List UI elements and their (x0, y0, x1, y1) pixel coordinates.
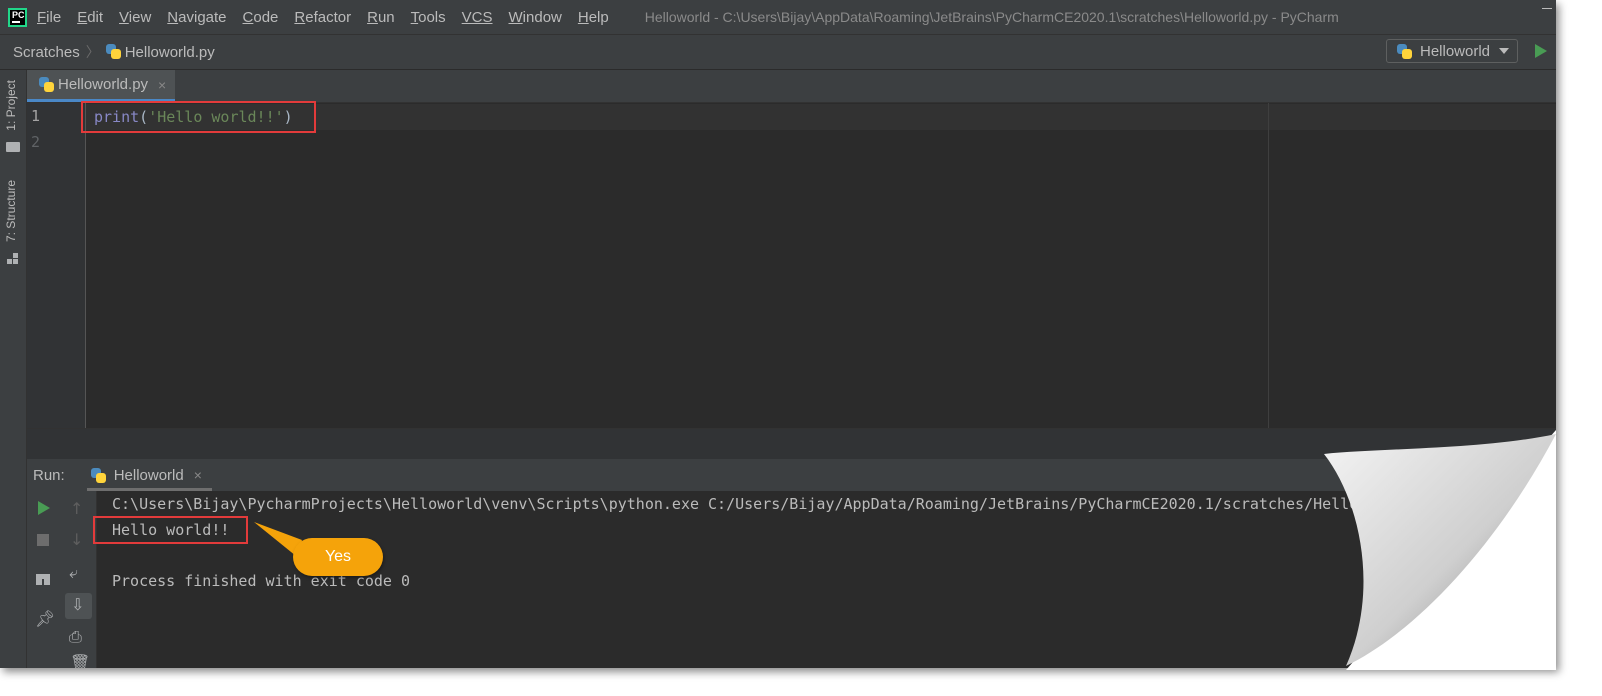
python-file-icon (39, 77, 54, 92)
code-highlight-box (81, 101, 316, 133)
chevron-down-icon (1499, 48, 1509, 54)
scroll-to-end-icon: ⇩ (71, 595, 85, 614)
menu-edit[interactable]: Edit (77, 9, 103, 26)
menu-run[interactable]: Run (367, 9, 395, 26)
menu-window[interactable]: Window (509, 9, 562, 26)
soft-wrap-icon[interactable]: ⤶ (69, 563, 78, 583)
menu-vcs[interactable]: VCS (462, 9, 493, 26)
structure-tool-button[interactable]: 7: Structure (4, 180, 18, 242)
close-icon[interactable]: × (194, 467, 202, 483)
minimize-icon[interactable] (1542, 8, 1552, 9)
python-icon (90, 467, 106, 483)
menu-bar: PC File Edit View Navigate Code Refactor… (0, 0, 1556, 35)
code-editor[interactable]: 1 2 print('Hello world!!') (27, 103, 1556, 428)
run-secondary-toolbar: ↑ ↓ ⤶ ⎙ 🗑︎ (61, 491, 97, 668)
tab-helloworld-py[interactable]: Helloworld.py × (27, 70, 175, 102)
menu-tools[interactable]: Tools (411, 9, 446, 26)
python-icon (1397, 43, 1412, 59)
output-highlight-box (93, 516, 248, 544)
menu-view[interactable]: View (119, 9, 151, 26)
menu-navigate[interactable]: Navigate (167, 9, 226, 26)
menu-code[interactable]: Code (243, 9, 279, 26)
trash-icon[interactable]: 🗑︎ (70, 653, 90, 668)
line-number: 1 (31, 107, 41, 125)
breadcrumb-separator-icon: 〉 (85, 44, 100, 60)
print-icon[interactable]: ⎙ (69, 627, 82, 647)
python-file-icon (105, 43, 121, 59)
menu-refactor[interactable]: Refactor (294, 9, 351, 26)
menu-file[interactable]: File (37, 9, 61, 26)
callout-bubble: Yes (293, 538, 383, 576)
run-tab-helloworld[interactable]: Helloworld × (86, 459, 213, 491)
pin-icon[interactable]: 📌︎ (35, 609, 55, 628)
breadcrumb-scratches[interactable]: Scratches (13, 44, 80, 61)
scroll-to-end-button[interactable]: ⇩ (65, 593, 92, 619)
arrow-up-icon[interactable]: ↑ (70, 499, 83, 518)
run-panel-title: Run: (33, 466, 65, 484)
project-tool-button[interactable]: 1: Project (4, 80, 18, 131)
rerun-icon[interactable] (38, 501, 50, 515)
run-configuration-label: Helloworld (1420, 42, 1491, 60)
run-toolbar: 📌︎ (27, 491, 61, 668)
page-curl-decoration (1324, 430, 1556, 670)
restore-layout-icon[interactable] (36, 574, 50, 585)
menu-help[interactable]: Help (578, 9, 609, 26)
console-command-line: C:\Users\Bijay\PycharmProjects\Helloworl… (112, 495, 1431, 513)
folder-icon (6, 142, 20, 152)
tab-label: Helloworld.py (58, 76, 149, 93)
navigation-bar: Scratches 〉 Helloworld.py Helloworld (0, 35, 1556, 70)
stop-icon[interactable] (37, 534, 49, 546)
run-tab-label: Helloworld (113, 466, 184, 484)
left-tool-strip: 1: Project 7: Structure (0, 70, 27, 668)
window-title: Helloworld - C:\Users\Bijay\AppData\Roam… (644, 9, 1339, 25)
pycharm-logo-icon: PC (8, 7, 27, 27)
structure-icon (7, 253, 19, 265)
line-number-gutter: 1 2 (27, 103, 86, 428)
right-margin-guide (1268, 103, 1269, 428)
arrow-down-icon[interactable]: ↓ (70, 530, 83, 549)
run-configuration-dropdown[interactable]: Helloworld (1386, 39, 1518, 63)
editor-tab-bar: Helloworld.py × (27, 70, 1556, 103)
run-icon[interactable] (1535, 44, 1547, 58)
breadcrumb-file[interactable]: Helloworld.py (105, 43, 215, 61)
line-number: 2 (31, 133, 41, 151)
close-icon[interactable]: × (158, 77, 166, 93)
